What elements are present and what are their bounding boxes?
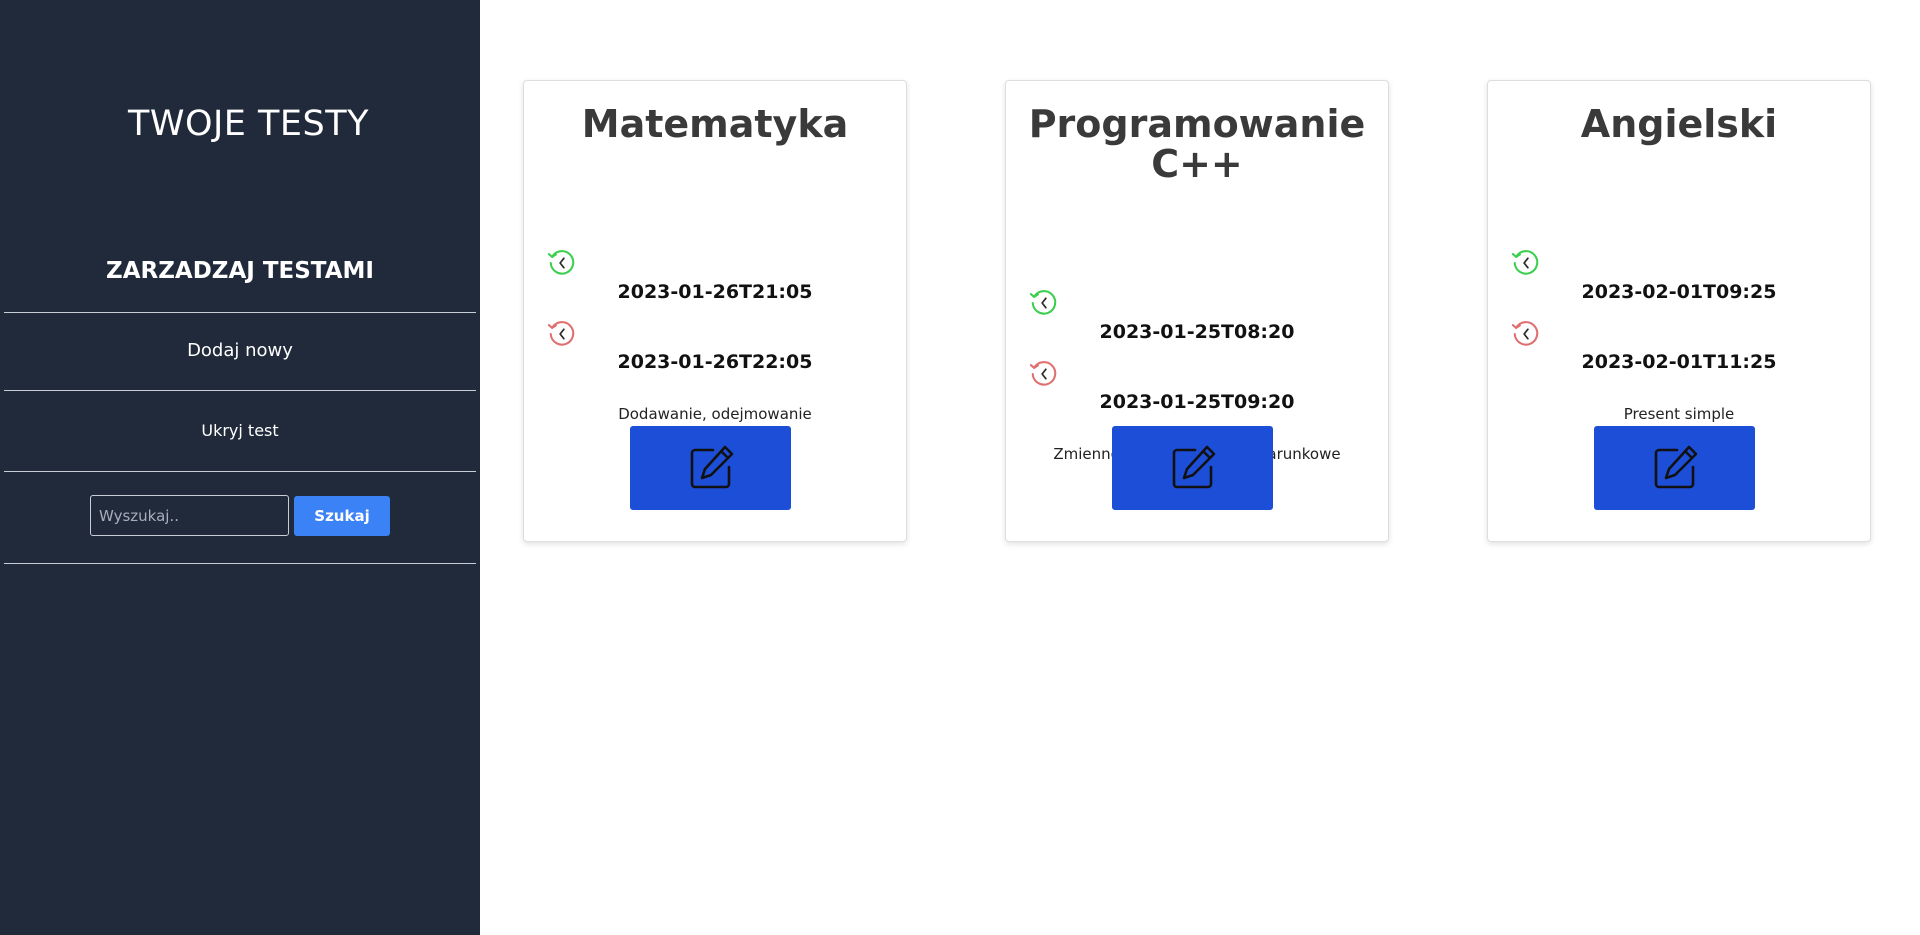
start-date: 2023-02-01T09:25 <box>1581 281 1777 303</box>
card-title: Matematyka <box>581 102 849 146</box>
end-date: 2023-01-25T09:20 <box>1099 391 1295 413</box>
edit-button[interactable] <box>630 426 791 510</box>
end-date: 2023-02-01T11:25 <box>1581 351 1777 373</box>
search-button[interactable]: Szukaj <box>294 496 390 536</box>
card-description: Dodawanie, odejmowanie <box>618 405 812 423</box>
test-card: Matematyka 2023-01-26T21:05 2023-01-26T2… <box>523 80 907 542</box>
card-title: Angielski <box>1580 102 1778 146</box>
manage-tests-heading: ZARZADZAJ TESTAMI <box>106 258 374 284</box>
divider <box>4 563 476 564</box>
clock-history-end-icon <box>1029 361 1057 386</box>
edit-pencil-square-icon <box>690 445 733 489</box>
search-input[interactable] <box>90 495 289 536</box>
add-new-link[interactable]: Dodaj nowy <box>4 340 476 361</box>
sidebar-title: TWOJE TESTY <box>127 104 370 144</box>
hide-test-link[interactable]: Ukryj test <box>4 421 476 440</box>
edit-pencil-square-icon <box>1654 445 1697 489</box>
test-card: Angielski 2023-02-01T09:25 2023-02-01T11… <box>1487 80 1871 542</box>
test-card: Programowanie C++ 2023-01-25T08:20 2023-… <box>1005 80 1389 542</box>
clock-history-start-icon <box>1511 250 1539 275</box>
card-description: Present simple <box>1623 405 1735 423</box>
clock-history-start-icon <box>1029 290 1057 315</box>
start-date: 2023-01-25T08:20 <box>1099 321 1295 343</box>
divider <box>4 471 476 472</box>
clock-history-start-icon <box>547 250 575 275</box>
edit-button[interactable] <box>1594 426 1755 510</box>
edit-button[interactable] <box>1112 426 1273 510</box>
start-date: 2023-01-26T21:05 <box>617 281 813 303</box>
clock-history-end-icon <box>547 321 575 346</box>
edit-pencil-square-icon <box>1172 445 1215 489</box>
divider <box>4 312 476 313</box>
end-date: 2023-01-26T22:05 <box>617 351 813 373</box>
card-title: Programowanie C++ <box>1028 102 1366 186</box>
sidebar: TWOJE TESTY ZARZADZAJ TESTAMI Dodaj nowy… <box>0 0 480 935</box>
divider <box>4 390 476 391</box>
clock-history-end-icon <box>1511 321 1539 346</box>
